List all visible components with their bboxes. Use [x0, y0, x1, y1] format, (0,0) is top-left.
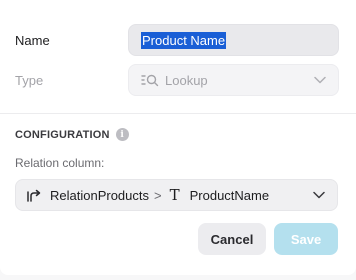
relation-arrow-icon — [27, 189, 41, 202]
text-type-icon: T — [169, 186, 180, 204]
type-select[interactable]: Lookup — [128, 64, 339, 96]
type-row: Type Lookup — [15, 64, 339, 96]
name-input-value: Product Name — [141, 31, 227, 49]
save-button[interactable]: Save — [274, 223, 338, 255]
field-editor-panel: Name Product Name Type Lookup CONFIGURAT… — [0, 0, 356, 275]
type-select-value: Lookup — [165, 72, 208, 88]
info-icon[interactable]: i — [115, 128, 129, 141]
relation-column-label: Relation column: — [15, 156, 105, 170]
section-divider — [0, 113, 356, 114]
chevron-down-icon — [314, 76, 326, 84]
chevron-right-icon: > — [154, 187, 162, 203]
configuration-title: CONFIGURATION — [15, 128, 110, 141]
relation-column-name: RelationProducts — [50, 187, 149, 203]
name-label: Name — [15, 32, 50, 48]
type-label: Type — [15, 72, 44, 88]
target-column-name: ProductName — [189, 187, 270, 203]
cancel-button[interactable]: Cancel — [198, 223, 266, 255]
chevron-down-icon — [313, 191, 325, 199]
relation-column-select[interactable]: RelationProducts > T ProductName — [15, 179, 338, 211]
name-row: Name Product Name — [15, 24, 339, 56]
name-input[interactable]: Product Name — [128, 24, 339, 56]
lookup-icon — [141, 74, 159, 87]
configuration-heading: CONFIGURATION i — [15, 128, 129, 141]
